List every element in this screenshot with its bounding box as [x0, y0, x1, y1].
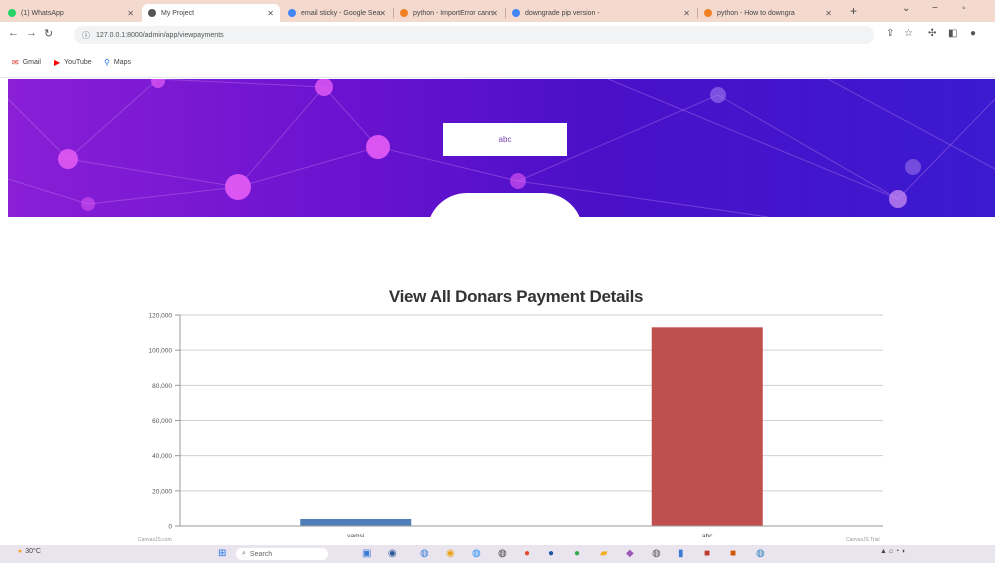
close-icon[interactable]: ✕ — [491, 9, 498, 18]
reload-icon[interactable]: ↻ — [44, 27, 53, 40]
username-text: abc — [498, 135, 512, 144]
y-tick-label: 40,000 — [152, 453, 172, 460]
y-tick-label: 120,000 — [149, 313, 173, 320]
chart-credit-right: CanvasJS Trial — [846, 537, 880, 543]
search-placeholder: Search — [249, 550, 273, 558]
close-icon[interactable]: ✕ — [825, 9, 832, 18]
restore-button[interactable]: ◦ — [962, 3, 966, 14]
username-badge: abc — [443, 123, 567, 156]
minimize-button[interactable]: − — [932, 3, 938, 14]
tab-google-search-2[interactable]: downgrade pip version - ✕ — [506, 4, 696, 22]
info-icon[interactable]: ⓘ — [82, 30, 90, 41]
y-tick-label: 100,000 — [149, 348, 173, 355]
address-bar[interactable]: ⓘ 127.0.0.1:8000/admin/app/viewpayments — [74, 26, 874, 44]
close-icon[interactable]: ✕ — [127, 9, 134, 18]
bookmark-gmail[interactable]: ✉ Gmail — [12, 58, 41, 67]
app-icon[interactable]: ▮ — [678, 548, 684, 559]
browser-tab-strip: (1) WhatsApp ✕ My Project ✕ email sticky… — [0, 0, 995, 22]
y-tick-label: 0 — [168, 524, 172, 531]
close-icon[interactable]: ✕ — [267, 9, 274, 18]
bar-chart: 0 20,000 40,000 60,000 80,000 100,000 120,000 v… — [149, 313, 883, 537]
extensions-icon[interactable]: ✣ — [928, 28, 936, 39]
share-icon[interactable]: ⇪ — [886, 28, 894, 39]
app-icon[interactable]: ◆ — [626, 548, 634, 559]
bookmarks-bar: ✉ Gmail ▶ YouTube ⚲ Maps — [0, 48, 995, 78]
tab-stackoverflow-2[interactable]: python - How to downgra ✕ — [698, 4, 838, 22]
app-icon[interactable]: ■ — [704, 548, 710, 559]
app-icon[interactable]: ◍ — [652, 548, 661, 559]
task-view-icon[interactable]: ▣ — [362, 548, 371, 559]
chevron-down-icon[interactable]: ⌄ — [902, 3, 910, 14]
app-icon[interactable]: ● — [524, 548, 530, 559]
forward-arrow-icon[interactable]: → — [26, 27, 37, 39]
y-tick-label: 20,000 — [152, 488, 172, 495]
back-arrow-icon[interactable]: ← — [8, 27, 19, 39]
tab-google-search[interactable]: email sticky - Google Sea ✕ — [282, 4, 392, 22]
taskbar-search[interactable]: ⌕ Search — [236, 548, 328, 560]
notes-icon[interactable]: ▰ — [600, 548, 608, 559]
sun-icon: ● — [18, 548, 23, 555]
tab-stackoverflow-1[interactable]: python - ImportError cann ✕ — [394, 4, 504, 22]
stackoverflow-icon — [704, 9, 712, 17]
google-icon — [512, 9, 520, 17]
close-icon[interactable]: ✕ — [379, 9, 386, 18]
vscode-icon[interactable]: ● — [548, 548, 554, 559]
stackoverflow-icon — [400, 9, 408, 17]
bar-vamsi — [300, 518, 412, 526]
chart-credit-left: CanvasJS.com — [138, 537, 172, 543]
y-tick-label: 60,000 — [152, 418, 172, 425]
bookmark-label: YouTube — [64, 59, 92, 66]
mail-icon: ✉ — [12, 58, 19, 67]
search-icon: ⌕ — [242, 550, 246, 557]
hero-curve — [427, 193, 583, 233]
store-icon[interactable]: ◍ — [472, 548, 481, 559]
profile-icon[interactable]: ● — [970, 28, 976, 39]
tab-whatsapp[interactable]: (1) WhatsApp ✕ — [2, 4, 140, 22]
folder-icon[interactable]: ◉ — [446, 548, 455, 559]
explorer-icon[interactable]: ◍ — [420, 548, 429, 559]
chrome-icon[interactable]: ● — [574, 548, 580, 559]
y-tick-label: 80,000 — [152, 383, 172, 390]
youtube-icon: ▶ — [54, 58, 61, 67]
tab-title: email sticky - Google Sea — [301, 9, 381, 17]
tab-title: (1) WhatsApp — [21, 9, 64, 17]
edge-icon[interactable]: ◉ — [388, 548, 397, 559]
tab-title: downgrade pip version - — [525, 9, 600, 17]
windows-taskbar: ● 30°C ⊞ ⌕ Search ▣ ◉ ◍ ◉ ◍ ◍ ● ● ● ▰ ◆ … — [0, 545, 995, 563]
url-text: 127.0.0.1:8000/admin/app/viewpayments — [96, 31, 224, 39]
weather-widget[interactable]: ● 30°C — [18, 548, 41, 555]
x-tick-label: vamsi — [347, 533, 364, 537]
windows-start-icon[interactable]: ⊞ — [218, 548, 226, 559]
bookmark-youtube[interactable]: ▶ YouTube — [54, 58, 92, 67]
bookmark-maps[interactable]: ⚲ Maps — [104, 58, 131, 67]
new-tab-button[interactable]: + — [850, 4, 857, 18]
sidebar-icon[interactable]: ◧ — [948, 28, 957, 39]
x-tick-label: abc — [702, 533, 713, 537]
app-icon[interactable]: ◍ — [756, 548, 765, 559]
weather-temp: 30°C — [25, 548, 41, 555]
tab-my-project[interactable]: My Project ✕ — [142, 4, 280, 22]
close-icon[interactable]: ✕ — [683, 9, 690, 18]
star-icon[interactable]: ☆ — [904, 28, 913, 39]
tab-title: python - How to downgra — [717, 9, 795, 17]
bookmark-label: Maps — [113, 59, 131, 66]
bookmark-label: Gmail — [22, 59, 41, 66]
bar-abc — [651, 327, 763, 526]
globe-icon — [148, 9, 156, 17]
maps-icon: ⚲ — [104, 58, 110, 67]
terminal-icon[interactable]: ◍ — [498, 548, 507, 559]
tab-title: My Project — [161, 9, 195, 17]
address-bar-row: ← → ↻ ⓘ 127.0.0.1:8000/admin/app/viewpay… — [0, 22, 995, 48]
chart-title: View All Donars Payment Details — [388, 287, 644, 306]
tab-title: python - ImportError cann — [413, 9, 493, 17]
whatsapp-icon — [8, 9, 16, 17]
google-icon — [288, 9, 296, 17]
system-tray[interactable]: ▲ ⌂ ◔ ◖ — [880, 548, 905, 555]
app-icon[interactable]: ■ — [730, 548, 736, 559]
